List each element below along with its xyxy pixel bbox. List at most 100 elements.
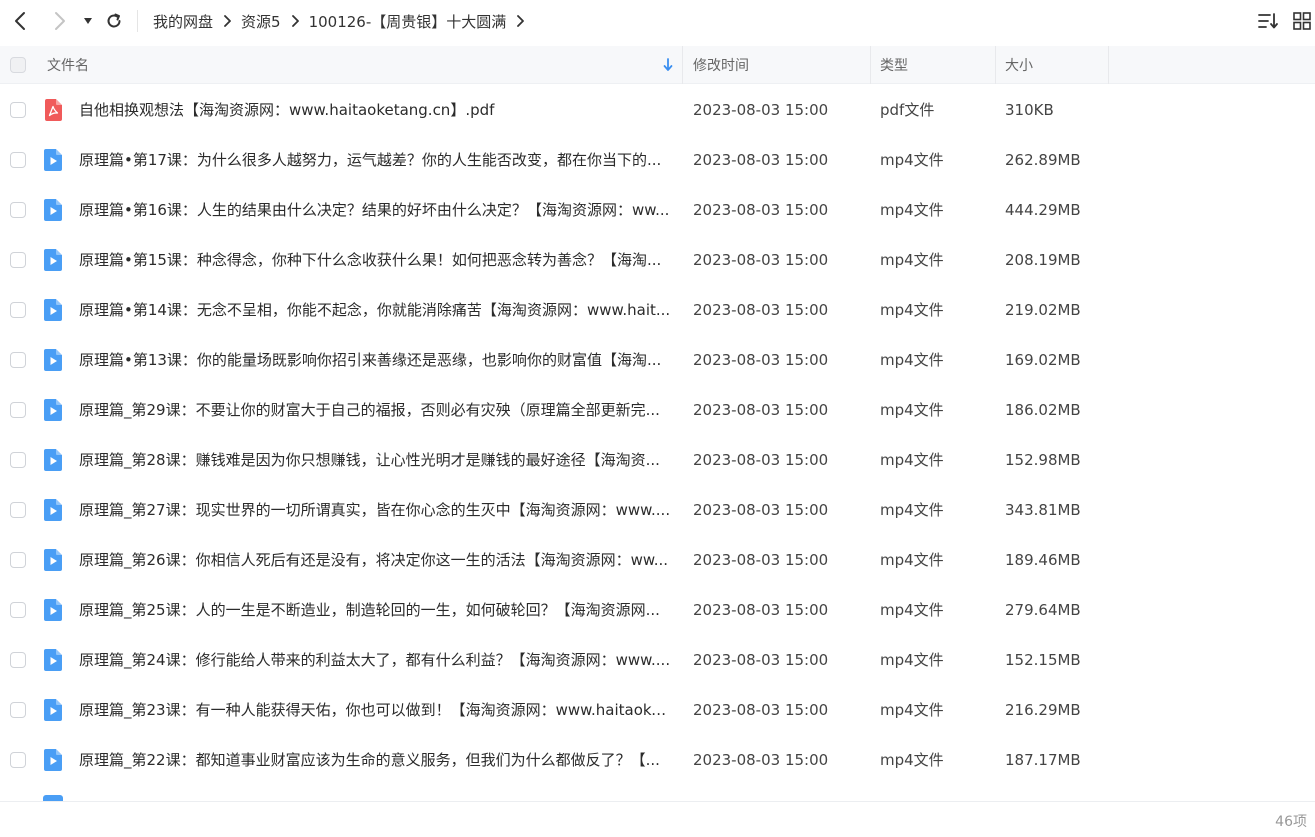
file-name[interactable]: 自他相换观想法【海淘资源网：www.haitaoketang.cn】.pdf: [79, 85, 671, 135]
file-name[interactable]: 原理篇_第22课：都知道事业财富应该为生命的意义服务，但我们为什么都做反了？【.…: [79, 735, 671, 785]
row-checkbox[interactable]: [10, 502, 26, 518]
grid-view-button[interactable]: [1289, 8, 1315, 34]
column-header-modified[interactable]: 修改时间: [693, 46, 749, 84]
breadcrumb-item-root[interactable]: 我的网盘: [153, 11, 213, 32]
pdf-file-icon: [43, 99, 63, 121]
file-type: mp4文件: [880, 501, 944, 519]
file-name[interactable]: 原理篇_第23课：有一种人能获得天佑，你也可以做到！【海淘资源网：www.hai…: [79, 685, 671, 735]
file-row[interactable]: 原理篇_第22课：都知道事业财富应该为生命的意义服务，但我们为什么都做反了？【.…: [0, 735, 1315, 785]
file-type: mp4文件: [880, 601, 944, 619]
item-count: 46项: [1275, 814, 1307, 830]
column-divider[interactable]: [995, 46, 996, 84]
back-button[interactable]: [8, 8, 32, 34]
file-name[interactable]: 原理篇•第17课：为什么很多人越努力，运气越差？你的人生能否改变，都在你当下的.…: [79, 135, 671, 185]
video-file-icon: [43, 299, 63, 321]
file-row[interactable]: 原理篇•第16课：人生的结果由什么决定？结果的好坏由什么决定？【海淘资源网：ww…: [0, 185, 1315, 235]
column-header-type[interactable]: 类型: [880, 46, 908, 84]
file-name[interactable]: 原理篇_第27课：现实世界的一切所谓真实，皆在你心念的生灭中【海淘资源网：www…: [79, 485, 671, 535]
file-list-header: 文件名 修改时间 类型 大小: [0, 46, 1315, 84]
file-size: 187.17MB: [1005, 751, 1081, 769]
file-name[interactable]: 原理篇_第25课：人的一生是不断造业，制造轮回的一生，如何破轮回？【海淘资源网.…: [79, 585, 671, 635]
file-name[interactable]: 原理篇_第28课：赚钱难是因为你只想赚钱，让心性光明才是赚钱的最好途径【海淘资.…: [79, 435, 671, 485]
sort-icon: [1258, 13, 1278, 29]
navigation-bar: 我的网盘 资源5 100126-【周贵银】十大圆满: [0, 0, 1315, 42]
file-size: 310KB: [1005, 101, 1054, 119]
video-file-icon: [43, 499, 63, 521]
file-row[interactable]: 自他相换观想法【海淘资源网：www.haitaoketang.cn】.pdf 2…: [0, 85, 1315, 135]
file-size: 152.98MB: [1005, 451, 1081, 469]
file-row[interactable]: 原理篇_第23课：有一种人能获得天佑，你也可以做到！【海淘资源网：www.hai…: [0, 685, 1315, 735]
status-bar: 46项: [0, 801, 1315, 837]
file-row[interactable]: 原理篇_第26课：你相信人死后有还是没有，将决定你这一生的活法【海淘资源网：ww…: [0, 535, 1315, 585]
file-name[interactable]: 原理篇•第13课：你的能量场既影响你招引来善缘还是恶缘，也影响你的财富值【海淘.…: [79, 335, 671, 385]
video-file-icon: [43, 699, 63, 721]
breadcrumb-item-current[interactable]: 100126-【周贵银】十大圆满: [309, 11, 507, 32]
file-type: mp4文件: [880, 701, 944, 719]
file-type: mp4文件: [880, 351, 944, 369]
column-divider[interactable]: [1108, 46, 1109, 84]
file-modified-time: 2023-08-03 15:00: [693, 501, 829, 519]
row-checkbox[interactable]: [10, 702, 26, 718]
file-size: 216.29MB: [1005, 701, 1081, 719]
file-row[interactable]: 原理篇•第13课：你的能量场既影响你招引来善缘还是恶缘，也影响你的财富值【海淘.…: [0, 335, 1315, 385]
row-checkbox[interactable]: [10, 752, 26, 768]
file-name[interactable]: 原理篇_第24课：修行能给人带来的利益太大了，都有什么利益？【海淘资源网：www…: [79, 635, 671, 685]
file-row[interactable]: 原理篇_第27课：现实世界的一切所谓真实，皆在你心念的生灭中【海淘资源网：www…: [0, 485, 1315, 535]
file-row[interactable]: 原理篇•第17课：为什么很多人越努力，运气越差？你的人生能否改变，都在你当下的.…: [0, 135, 1315, 185]
file-name[interactable]: 原理篇_第26课：你相信人死后有还是没有，将决定你这一生的活法【海淘资源网：ww…: [79, 535, 671, 585]
video-file-icon: [43, 399, 63, 421]
chevron-left-icon: [15, 12, 25, 30]
select-all-checkbox[interactable]: [10, 46, 26, 84]
row-checkbox[interactable]: [10, 652, 26, 668]
refresh-icon: [107, 13, 121, 28]
column-divider[interactable]: [870, 46, 871, 84]
video-file-icon: [43, 349, 63, 371]
row-checkbox[interactable]: [10, 202, 26, 218]
breadcrumb-separator-icon: [291, 15, 299, 27]
file-size: 189.46MB: [1005, 551, 1081, 569]
row-checkbox[interactable]: [10, 252, 26, 268]
video-file-icon: [43, 749, 63, 771]
row-checkbox[interactable]: [10, 302, 26, 318]
file-name[interactable]: 原理篇•第14课：无念不呈相，你能不起念，你就能消除痛苦【海淘资源网：www.h…: [79, 285, 671, 335]
row-checkbox[interactable]: [10, 152, 26, 168]
file-row[interactable]: 原理篇_第24课：修行能给人带来的利益太大了，都有什么利益？【海淘资源网：www…: [0, 635, 1315, 685]
video-file-icon: [43, 199, 63, 221]
column-header-size[interactable]: 大小: [1005, 46, 1033, 84]
file-row[interactable]: 原理篇•第14课：无念不呈相，你能不起念，你就能消除痛苦【海淘资源网：www.h…: [0, 285, 1315, 335]
file-size: 219.02MB: [1005, 301, 1081, 319]
file-size: 444.29MB: [1005, 201, 1081, 219]
file-name[interactable]: 原理篇•第15课：种念得念，你种下什么念收获什么果！如何把恶念转为善念？【海淘.…: [79, 235, 671, 285]
row-checkbox[interactable]: [10, 552, 26, 568]
row-checkbox[interactable]: [10, 102, 26, 118]
row-checkbox[interactable]: [10, 452, 26, 468]
file-row[interactable]: 原理篇_第29课：不要让你的财富大于自己的福报，否则必有灾殃（原理篇全部更新完.…: [0, 385, 1315, 435]
file-modified-time: 2023-08-03 15:00: [693, 601, 829, 619]
breadcrumb-separator-icon: [516, 15, 525, 27]
file-row[interactable]: 原理篇•第15课：种念得念，你种下什么念收获什么果！如何把恶念转为善念？【海淘.…: [0, 235, 1315, 285]
file-row[interactable]: 原理篇_第25课：人的一生是不断造业，制造轮回的一生，如何破轮回？【海淘资源网.…: [0, 585, 1315, 635]
file-size: 208.19MB: [1005, 251, 1081, 269]
file-modified-time: 2023-08-03 15:00: [693, 351, 829, 369]
file-modified-time: 2023-08-03 15:00: [693, 451, 829, 469]
file-name[interactable]: 原理篇•第16课：人生的结果由什么决定？结果的好坏由什么决定？【海淘资源网：ww…: [79, 185, 671, 235]
sort-button[interactable]: [1255, 8, 1281, 34]
column-divider[interactable]: [682, 46, 683, 84]
sort-descending-icon[interactable]: [663, 46, 673, 84]
forward-button[interactable]: [48, 8, 72, 34]
file-row[interactable]: 原理篇_第28课：赚钱难是因为你只想赚钱，让心性光明才是赚钱的最好途径【海淘资.…: [0, 435, 1315, 485]
triangle-down-icon: [84, 18, 92, 24]
file-type: mp4文件: [880, 751, 944, 769]
file-type: mp4文件: [880, 651, 944, 669]
history-dropdown-button[interactable]: [78, 8, 98, 34]
chevron-right-icon: [55, 12, 65, 30]
row-checkbox[interactable]: [10, 402, 26, 418]
video-file-icon: [43, 449, 63, 471]
file-type: mp4文件: [880, 451, 944, 469]
refresh-button[interactable]: [102, 8, 126, 34]
breadcrumb-item-folder[interactable]: 资源5: [241, 11, 281, 32]
row-checkbox[interactable]: [10, 602, 26, 618]
file-name[interactable]: 原理篇_第29课：不要让你的财富大于自己的福报，否则必有灾殃（原理篇全部更新完.…: [79, 385, 671, 435]
column-header-name[interactable]: 文件名: [47, 46, 89, 84]
row-checkbox[interactable]: [10, 352, 26, 368]
